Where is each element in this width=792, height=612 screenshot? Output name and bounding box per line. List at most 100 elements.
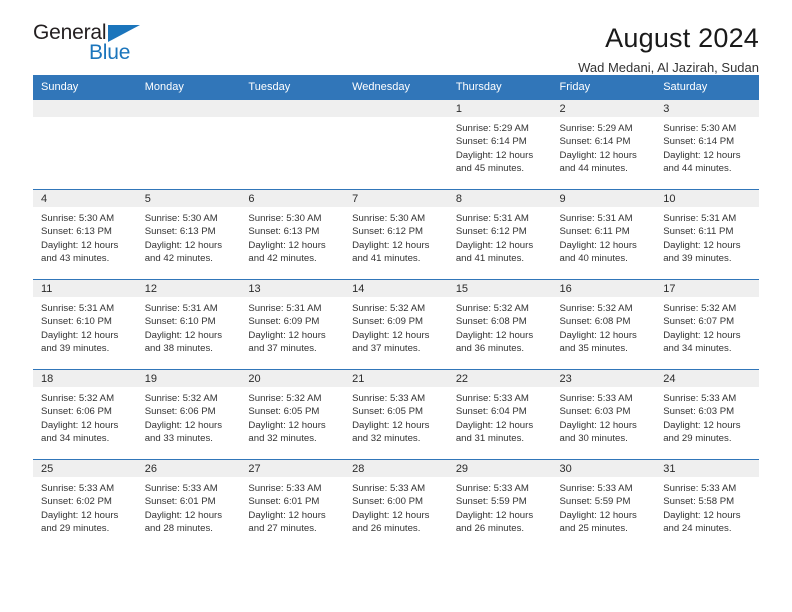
day-cell-inner: 31 Sunrise: 5:33 AM Sunset: 5:58 PM Dayligh… <box>655 460 759 550</box>
daylight-duration-line2: and 37 minutes. <box>248 342 317 354</box>
sunrise-time: Sunrise: 5:33 AM <box>559 483 633 494</box>
sunset-time: Sunset: 6:02 PM <box>41 496 112 508</box>
calendar-week-row: 4 Sunrise: 5:30 AM Sunset: 6:13 PM Daylight… <box>33 189 759 280</box>
day-number: 19 <box>136 370 241 387</box>
sunrise-time: Sunrise: 5:31 AM <box>663 213 737 224</box>
sunset-time: Sunset: 6:13 PM <box>41 226 112 238</box>
day-sun-details: Sunrise: 5:31 AM Sunset: 6:10 PM Daylight:… <box>33 297 137 355</box>
calendar-day-cell[interactable]: 14 Sunrise: 5:32 AM Sunset: 6:09 PM Dayligh… <box>344 279 448 370</box>
daylight-duration-line1: Daylight: 12 hours <box>144 329 223 341</box>
sunset-time: Sunset: 6:08 PM <box>455 316 527 328</box>
day-number: 12 <box>136 280 241 297</box>
calendar-day-cell[interactable]: 26 Sunrise: 5:33 AM Sunset: 6:01 PM Dayligh… <box>136 459 241 550</box>
page-subtitle-location: Wad Medani, Al Jazirah, Sudan <box>578 60 759 75</box>
weekday-header-tuesday: Tuesday <box>240 75 345 100</box>
calendar-cell-empty <box>33 99 137 190</box>
calendar-day-cell[interactable]: 21 Sunrise: 5:33 AM Sunset: 6:05 PM Dayligh… <box>344 369 448 460</box>
day-number: 10 <box>655 190 759 207</box>
daylight-duration-line1: Daylight: 12 hours <box>455 239 534 251</box>
day-cell-inner: 1 Sunrise: 5:29 AM Sunset: 6:14 PM Daylight… <box>447 100 552 189</box>
calendar-day-cell[interactable]: 17 Sunrise: 5:32 AM Sunset: 6:07 PM Dayligh… <box>655 279 759 370</box>
calendar-day-cell[interactable]: 15 Sunrise: 5:32 AM Sunset: 6:08 PM Dayligh… <box>447 279 552 370</box>
daylight-duration-line2: and 43 minutes. <box>41 252 110 264</box>
calendar-day-cell[interactable]: 27 Sunrise: 5:33 AM Sunset: 6:01 PM Dayligh… <box>240 459 345 550</box>
calendar-day-cell[interactable]: 25 Sunrise: 5:33 AM Sunset: 6:02 PM Dayligh… <box>33 459 137 550</box>
sunrise-time: Sunrise: 5:33 AM <box>455 393 529 404</box>
calendar-day-cell[interactable]: 9 Sunrise: 5:31 AM Sunset: 6:11 PM Daylight… <box>551 189 656 280</box>
calendar-day-cell[interactable]: 4 Sunrise: 5:30 AM Sunset: 6:13 PM Daylight… <box>33 189 137 280</box>
sunrise-time: Sunrise: 5:30 AM <box>663 123 737 134</box>
calendar-day-cell[interactable]: 28 Sunrise: 5:33 AM Sunset: 6:00 PM Dayligh… <box>344 459 448 550</box>
day-number: 2 <box>551 100 656 117</box>
calendar-day-cell[interactable]: 6 Sunrise: 5:30 AM Sunset: 6:13 PM Daylight… <box>240 189 345 280</box>
calendar-week-row: 25 Sunrise: 5:33 AM Sunset: 6:02 PM Dayligh… <box>33 459 759 550</box>
sunset-time: Sunset: 6:00 PM <box>352 496 424 508</box>
weekday-header-wednesday: Wednesday <box>344 75 448 100</box>
calendar-day-cell[interactable]: 24 Sunrise: 5:33 AM Sunset: 6:03 PM Dayligh… <box>655 369 759 460</box>
weekday-header-row: Sunday Monday Tuesday Wednesday Thursday… <box>33 75 759 100</box>
sunset-time: Sunset: 6:13 PM <box>248 226 320 238</box>
sunrise-time: Sunrise: 5:32 AM <box>559 303 633 314</box>
calendar-day-cell[interactable]: 1 Sunrise: 5:29 AM Sunset: 6:14 PM Daylight… <box>447 99 552 190</box>
day-sun-details: Sunrise: 5:31 AM Sunset: 6:12 PM Daylight:… <box>448 207 552 265</box>
day-number <box>33 100 137 117</box>
sunrise-time: Sunrise: 5:33 AM <box>248 483 322 494</box>
calendar-day-cell[interactable]: 3 Sunrise: 5:30 AM Sunset: 6:14 PM Daylight… <box>655 99 759 190</box>
sunset-time: Sunset: 6:12 PM <box>352 226 424 238</box>
calendar-day-cell[interactable]: 31 Sunrise: 5:33 AM Sunset: 5:58 PM Dayligh… <box>655 459 759 550</box>
day-sun-details: Sunrise: 5:32 AM Sunset: 6:09 PM Daylight:… <box>344 297 448 355</box>
calendar-day-cell[interactable]: 20 Sunrise: 5:32 AM Sunset: 6:05 PM Dayligh… <box>240 369 345 460</box>
day-cell-inner: 15 Sunrise: 5:32 AM Sunset: 6:08 PM Dayligh… <box>447 280 552 369</box>
daylight-duration-line2: and 41 minutes. <box>352 252 421 264</box>
sunset-time: Sunset: 6:13 PM <box>144 226 216 238</box>
day-sun-details: Sunrise: 5:33 AM Sunset: 6:00 PM Daylight:… <box>344 477 448 535</box>
daylight-duration-line1: Daylight: 12 hours <box>352 239 430 251</box>
sunrise-time: Sunrise: 5:29 AM <box>455 123 529 134</box>
day-cell-inner: 6 Sunrise: 5:30 AM Sunset: 6:13 PM Daylight… <box>240 190 345 279</box>
calendar-day-cell[interactable]: 30 Sunrise: 5:33 AM Sunset: 5:59 PM Dayligh… <box>551 459 656 550</box>
calendar-day-cell[interactable]: 11 Sunrise: 5:31 AM Sunset: 6:10 PM Dayligh… <box>33 279 137 370</box>
day-cell-inner: 14 Sunrise: 5:32 AM Sunset: 6:09 PM Dayligh… <box>344 280 448 369</box>
sunset-time: Sunset: 6:05 PM <box>352 406 424 418</box>
daylight-duration-line1: Daylight: 12 hours <box>663 239 741 251</box>
sunset-time: Sunset: 6:09 PM <box>248 316 320 328</box>
sunrise-time: Sunrise: 5:32 AM <box>248 393 322 404</box>
day-sun-details: Sunrise: 5:33 AM Sunset: 6:01 PM Daylight:… <box>240 477 344 535</box>
calendar-day-cell[interactable]: 7 Sunrise: 5:30 AM Sunset: 6:12 PM Daylight… <box>344 189 448 280</box>
daylight-duration-line1: Daylight: 12 hours <box>144 239 223 251</box>
calendar-day-cell[interactable]: 10 Sunrise: 5:31 AM Sunset: 6:11 PM Dayligh… <box>655 189 759 280</box>
calendar-day-cell[interactable]: 5 Sunrise: 5:30 AM Sunset: 6:13 PM Daylight… <box>136 189 241 280</box>
weekday-header-saturday: Saturday <box>655 75 759 100</box>
daylight-duration-line1: Daylight: 12 hours <box>663 329 741 341</box>
sunrise-time: Sunrise: 5:33 AM <box>41 483 115 494</box>
daylight-duration-line1: Daylight: 12 hours <box>663 149 741 161</box>
calendar-day-cell[interactable]: 12 Sunrise: 5:31 AM Sunset: 6:10 PM Dayligh… <box>136 279 241 370</box>
daylight-duration-line2: and 29 minutes. <box>41 522 110 534</box>
calendar-day-cell[interactable]: 29 Sunrise: 5:33 AM Sunset: 5:59 PM Dayligh… <box>447 459 552 550</box>
calendar-day-cell[interactable]: 8 Sunrise: 5:31 AM Sunset: 6:12 PM Daylight… <box>447 189 552 280</box>
day-number: 13 <box>240 280 345 297</box>
calendar-day-cell[interactable]: 18 Sunrise: 5:32 AM Sunset: 6:06 PM Dayligh… <box>33 369 137 460</box>
day-cell-inner: 8 Sunrise: 5:31 AM Sunset: 6:12 PM Daylight… <box>447 190 552 279</box>
day-sun-details: Sunrise: 5:31 AM Sunset: 6:11 PM Daylight:… <box>552 207 656 265</box>
triangle-icon <box>108 25 140 42</box>
calendar-day-cell[interactable]: 13 Sunrise: 5:31 AM Sunset: 6:09 PM Dayligh… <box>240 279 345 370</box>
calendar-day-cell[interactable]: 22 Sunrise: 5:33 AM Sunset: 6:04 PM Dayligh… <box>447 369 552 460</box>
daylight-duration-line2: and 41 minutes. <box>455 252 525 264</box>
sunset-time: Sunset: 6:06 PM <box>41 406 112 418</box>
sunset-time: Sunset: 6:10 PM <box>41 316 112 328</box>
day-number: 1 <box>447 100 552 117</box>
sunrise-time: Sunrise: 5:33 AM <box>663 393 737 404</box>
daylight-duration-line2: and 33 minutes. <box>144 432 213 444</box>
sunrise-time: Sunrise: 5:32 AM <box>455 303 529 314</box>
sunset-time: Sunset: 6:14 PM <box>559 136 631 148</box>
brand-logo[interactable]: General Blue <box>33 22 173 74</box>
sunset-time: Sunset: 5:59 PM <box>455 496 527 508</box>
calendar-day-cell[interactable]: 19 Sunrise: 5:32 AM Sunset: 6:06 PM Dayligh… <box>136 369 241 460</box>
calendar-week-row: 11 Sunrise: 5:31 AM Sunset: 6:10 PM Dayligh… <box>33 279 759 370</box>
day-cell-inner: 5 Sunrise: 5:30 AM Sunset: 6:13 PM Daylight… <box>136 190 241 279</box>
calendar-day-cell[interactable]: 2 Sunrise: 5:29 AM Sunset: 6:14 PM Daylight… <box>551 99 656 190</box>
calendar-day-cell[interactable]: 16 Sunrise: 5:32 AM Sunset: 6:08 PM Dayligh… <box>551 279 656 370</box>
calendar-day-cell[interactable]: 23 Sunrise: 5:33 AM Sunset: 6:03 PM Dayligh… <box>551 369 656 460</box>
day-number: 22 <box>447 370 552 387</box>
